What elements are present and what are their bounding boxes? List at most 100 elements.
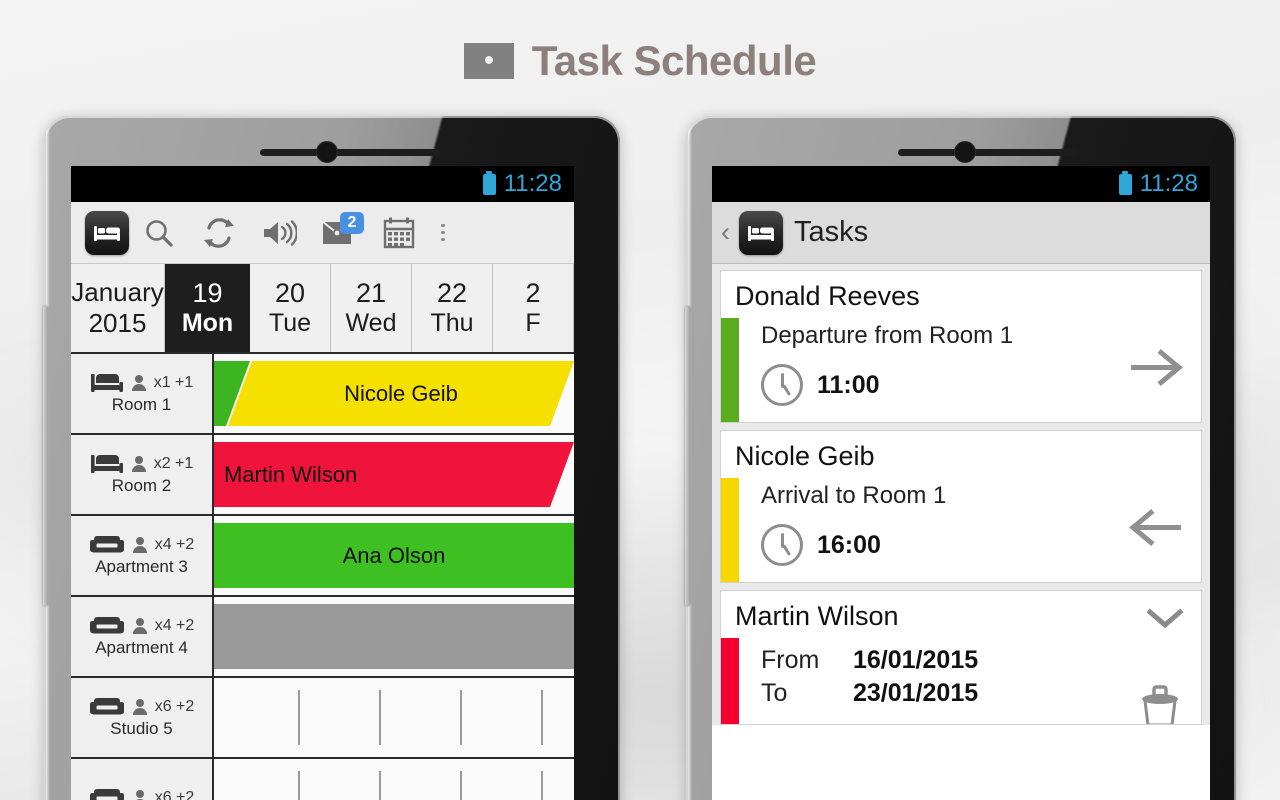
status-bar-clock: 11:28 [1139, 170, 1198, 197]
room-name: Apartment 3 [95, 557, 188, 576]
day-cell-23-partial[interactable]: 2 F [493, 264, 574, 352]
room-capacity: x4 +2 [154, 617, 195, 634]
day-name: Tue [268, 309, 312, 338]
left-phone-side-button[interactable] [43, 306, 48, 606]
tasks-list[interactable]: Donald Reeves Departure from Room 1 11:0… [712, 264, 1210, 725]
day-number: 21 [355, 277, 387, 308]
task-guest-name: Nicole Geib [735, 441, 875, 471]
room-capacity: x6 +2 [154, 789, 195, 800]
day-cell-19[interactable]: 19 Mon [165, 264, 250, 352]
day-cell-21[interactable]: 21 Wed [331, 264, 412, 352]
tasks-title: Tasks [794, 216, 869, 248]
room-cell-room-2[interactable]: x2 +1 Room 2 [71, 435, 214, 514]
day-column-separators [214, 678, 574, 757]
left-phone: 11:28 2 January 2015 19 Mon 20 Tue 21 We… [43, 116, 620, 800]
bed-app-icon[interactable] [739, 210, 783, 255]
room-cell-studio-5[interactable]: x6 +2 Studio 5 [71, 678, 214, 757]
room-name: Room 2 [111, 476, 172, 495]
day-cell-22[interactable]: 22 Thu [412, 264, 493, 352]
day-name: F [525, 309, 541, 338]
task-card-donald-reeves[interactable]: Donald Reeves Departure from Room 1 11:0… [720, 270, 1202, 423]
room-capacity: x4 +2 [154, 536, 195, 553]
front-camera-icon [954, 141, 976, 163]
task-card-martin-wilson[interactable]: Martin Wilson From 16/01/2015 To 23/01/2… [720, 590, 1202, 725]
arrow-left-icon[interactable] [1127, 507, 1185, 554]
calendar-track-room-1[interactable]: Nicole Geib [214, 354, 574, 433]
room-cell-room-1[interactable]: x1 +1 Room 1 [71, 354, 214, 433]
person-icon [131, 456, 146, 472]
from-value: 16/01/2015 [853, 646, 979, 674]
calendar-track-partial[interactable] [214, 759, 574, 800]
day-number: 2 [525, 277, 541, 308]
mail-envelope-icon [463, 43, 514, 79]
arrow-right-icon[interactable] [1127, 347, 1185, 394]
battery-icon [1118, 170, 1132, 195]
task-subtitle: Arrival to Room 1 [761, 482, 947, 509]
room-capacity: x6 +2 [154, 698, 195, 715]
calendar-row-room-1: x1 +1 Room 1 Nicole Geib [71, 354, 574, 435]
calendar-row-partial: x6 +2 [71, 759, 574, 800]
person-icon [132, 699, 147, 715]
trash-icon[interactable] [1137, 685, 1183, 724]
right-phone-side-button[interactable] [685, 306, 690, 606]
booking-guest-name: Nicole Geib [344, 380, 458, 406]
task-status-stripe [721, 478, 739, 582]
person-icon [132, 537, 147, 553]
booking-bar-blocked[interactable] [214, 604, 574, 669]
task-time: 11:00 [817, 370, 880, 399]
booking-bar-nicole-geib[interactable]: Nicole Geib [228, 361, 574, 426]
room-cell-apartment-4[interactable]: x4 +2 Apartment 4 [71, 597, 214, 676]
calendar-date-header: January 2015 19 Mon 20 Tue 21 Wed 22 Thu… [71, 264, 574, 354]
year-label: 2015 [88, 308, 147, 338]
to-label: To [761, 679, 788, 707]
task-guest-name: Martin Wilson [735, 601, 899, 631]
day-number: 20 [274, 277, 306, 308]
room-cell-partial[interactable]: x6 +2 [71, 759, 214, 800]
task-to-row: To 23/01/2015 [761, 679, 1189, 708]
booking-bar-ana-olson[interactable]: Ana Olson [214, 523, 574, 588]
right-phone: 11:28 ‹ Tasks Donald Reeves Departure fr… [685, 116, 1236, 800]
calendar-track-apartment-4[interactable] [214, 597, 574, 676]
person-icon [131, 375, 146, 391]
calendar-track-apartment-3[interactable]: Ana Olson [214, 516, 574, 595]
overflow-menu-icon[interactable] [429, 223, 457, 242]
task-from-row: From 16/01/2015 [761, 646, 1189, 675]
app-toolbar: 2 [71, 202, 574, 264]
back-chevron-icon[interactable]: ‹ [721, 219, 730, 246]
day-cell-20[interactable]: 20 Tue [250, 264, 331, 352]
booking-guest-name: Martin Wilson [224, 461, 358, 487]
messages-icon[interactable]: 2 [309, 211, 369, 255]
front-camera-icon [316, 141, 338, 163]
calendar-track-studio-5[interactable] [214, 678, 574, 757]
calendar-icon[interactable] [369, 211, 429, 255]
android-status-bar: 11:28 [712, 166, 1210, 202]
page-header: Task Schedule [0, 32, 1280, 90]
task-guest-name: Donald Reeves [735, 281, 920, 311]
calendar-row-studio-5: x6 +2 Studio 5 [71, 678, 574, 759]
tasks-action-bar: ‹ Tasks [712, 202, 1210, 264]
booking-bar-martin-wilson[interactable]: Martin Wilson [214, 442, 574, 507]
page-title: Task Schedule [531, 37, 817, 84]
day-name: Wed [345, 309, 397, 338]
month-year-cell[interactable]: January 2015 [71, 264, 165, 352]
room-cell-apartment-3[interactable]: x4 +2 Apartment 3 [71, 516, 214, 595]
bed-app-icon[interactable] [85, 210, 129, 255]
sound-icon[interactable] [249, 211, 309, 255]
sync-icon[interactable] [189, 211, 249, 255]
clock-icon [761, 364, 803, 406]
calendar-row-room-2: x2 +1 Room 2 Martin Wilson [71, 435, 574, 516]
room-capacity: x2 +1 [153, 455, 194, 472]
day-column-separators [214, 759, 574, 800]
day-name: Mon [181, 309, 234, 338]
bed-icon [90, 455, 123, 473]
calendar-row-apartment-4: x4 +2 Apartment 4 [71, 597, 574, 678]
earpiece-icon [260, 149, 440, 156]
status-bar-clock: 11:28 [503, 170, 562, 197]
task-card-nicole-geib[interactable]: Nicole Geib Arrival to Room 1 16:00 [720, 430, 1202, 583]
calendar-track-room-2[interactable]: Martin Wilson [214, 435, 574, 514]
room-capacity: x1 +1 [153, 374, 194, 391]
search-icon[interactable] [129, 211, 189, 255]
sofa-icon [89, 789, 124, 800]
sofa-icon [89, 698, 124, 715]
chevron-down-icon[interactable] [1145, 607, 1185, 636]
